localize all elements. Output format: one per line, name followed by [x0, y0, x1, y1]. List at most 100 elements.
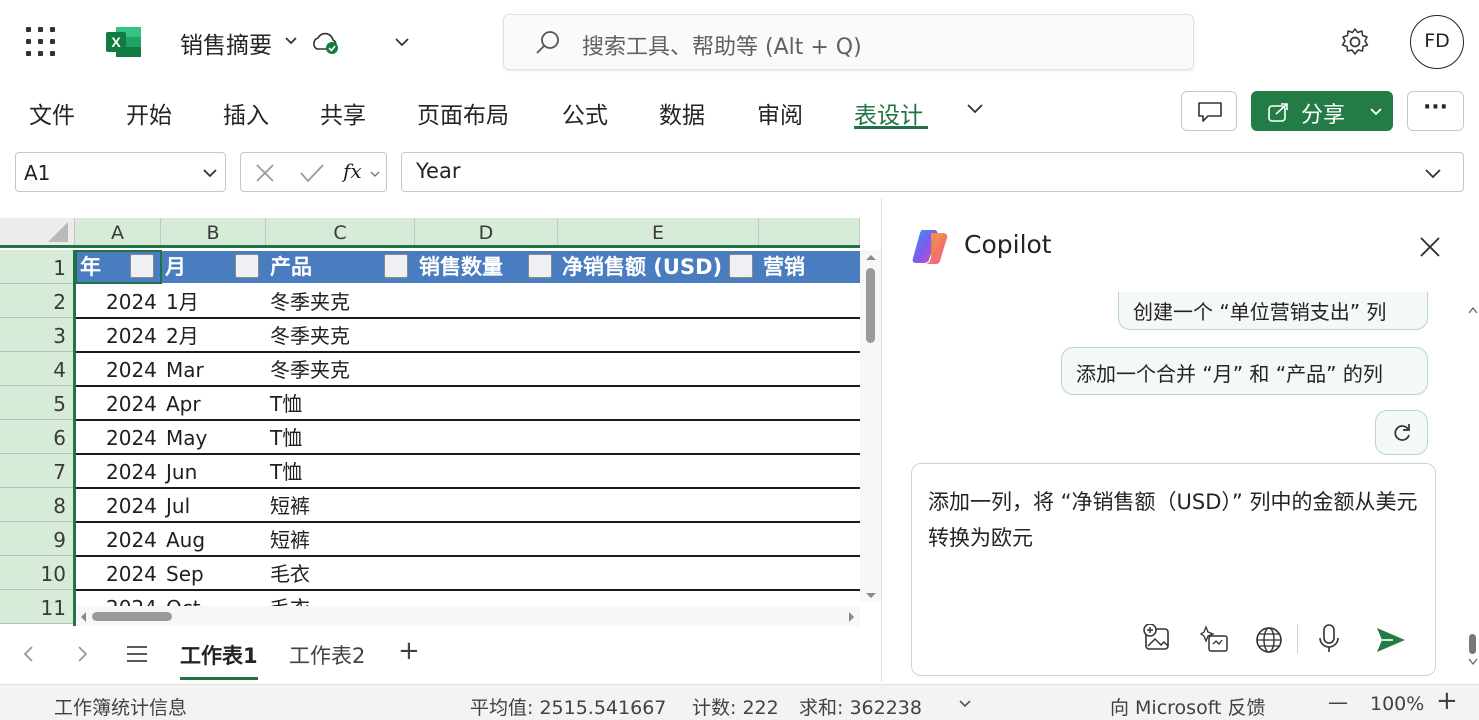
table-cell[interactable]: 冬季夹克: [270, 318, 350, 352]
column-header-a[interactable]: A: [75, 218, 161, 245]
table-cell[interactable]: Aug: [166, 522, 205, 556]
workbook-statistics-link[interactable]: 工作簿统计信息: [54, 693, 187, 720]
table-cell[interactable]: 毛衣: [270, 556, 310, 590]
table-cell[interactable]: 2024: [106, 556, 157, 590]
table-cell[interactable]: 2月: [166, 318, 199, 352]
row-header[interactable]: 4: [0, 352, 73, 386]
search-box[interactable]: 搜索工具、帮助等 (Alt + Q): [503, 14, 1194, 70]
insert-function-button[interactable]: fx: [343, 159, 362, 183]
tab-home[interactable]: 开始: [126, 96, 172, 130]
copilot-scroll-up-icon[interactable]: [1468, 306, 1478, 314]
tab-page-layout[interactable]: 页面布局: [417, 96, 509, 130]
comments-button[interactable]: [1181, 91, 1237, 131]
filter-dropdown-icon[interactable]: [235, 254, 259, 278]
row-header[interactable]: 8: [0, 488, 73, 522]
horizontal-scrollbar[interactable]: [76, 606, 860, 626]
select-all-corner[interactable]: [0, 218, 75, 246]
row-header[interactable]: 2: [0, 284, 73, 318]
scroll-right-icon[interactable]: [848, 611, 856, 623]
name-box[interactable]: A1: [15, 152, 226, 192]
suggestion-chip[interactable]: 创建一个 “单位营销支出” 列: [1118, 292, 1428, 330]
add-image-icon[interactable]: [1143, 624, 1173, 654]
refresh-suggestions-button[interactable]: [1375, 410, 1428, 455]
document-title[interactable]: 销售摘要: [180, 26, 272, 60]
header-cell-net-sales[interactable]: 净销售额 (USD): [558, 251, 759, 283]
filter-dropdown-icon[interactable]: [528, 254, 552, 278]
send-icon[interactable]: [1375, 626, 1407, 654]
column-header-e[interactable]: E: [558, 218, 759, 245]
app-launcher-icon[interactable]: [26, 27, 56, 57]
row-header[interactable]: 3: [0, 318, 73, 352]
column-header-d[interactable]: D: [415, 218, 558, 245]
header-cell-marketing[interactable]: 营销: [759, 251, 860, 283]
horizontal-scroll-thumb[interactable]: [92, 612, 172, 621]
zoom-out-button[interactable]: —: [1328, 690, 1348, 714]
table-cell[interactable]: T恤: [270, 386, 302, 420]
table-cell[interactable]: 2024: [106, 284, 157, 318]
confirm-check-icon[interactable]: [299, 162, 325, 184]
column-header-f[interactable]: [759, 218, 860, 245]
table-cell[interactable]: 短裤: [270, 522, 310, 556]
table-cell[interactable]: Sep: [166, 556, 204, 590]
table-cell[interactable]: T恤: [270, 454, 302, 488]
vertical-scrollbar[interactable]: [860, 250, 882, 602]
row-header[interactable]: 1: [0, 250, 73, 284]
microphone-icon[interactable]: [1317, 623, 1341, 655]
web-globe-icon[interactable]: [1254, 625, 1284, 655]
sheet-tab-1[interactable]: 工作表1: [180, 640, 258, 670]
close-icon[interactable]: [1419, 236, 1441, 258]
tab-share[interactable]: 共享: [320, 96, 366, 130]
feedback-link[interactable]: 向 Microsoft 反馈: [1110, 693, 1266, 720]
table-cell[interactable]: 2024: [106, 352, 157, 386]
copilot-scroll-down-icon[interactable]: [1468, 658, 1478, 666]
column-header-c[interactable]: C: [266, 218, 415, 245]
share-button[interactable]: 分享: [1251, 91, 1393, 131]
copilot-scrollbar[interactable]: [1466, 298, 1479, 674]
row-header[interactable]: 6: [0, 420, 73, 454]
filter-dropdown-icon[interactable]: [729, 254, 753, 278]
next-sheet-icon[interactable]: [77, 645, 89, 663]
column-header-b[interactable]: B: [161, 218, 266, 245]
user-avatar[interactable]: FD: [1410, 15, 1464, 69]
scroll-down-icon[interactable]: [865, 592, 877, 600]
filter-dropdown-icon[interactable]: [384, 254, 408, 278]
spreadsheet-grid[interactable]: A B C D E 1 2 3 4 5 6 7 8 9 10 11 年 月 产品…: [0, 198, 882, 626]
prompt-input[interactable]: 添加一列，将 “净销售额（USD）” 列中的金额从美元转换为欧元: [911, 463, 1436, 676]
header-cell-quantity[interactable]: 销售数量: [415, 251, 558, 283]
tab-file[interactable]: 文件: [29, 96, 75, 130]
table-cell[interactable]: 短裤: [270, 488, 310, 522]
row-header[interactable]: 11: [0, 590, 73, 624]
row-header[interactable]: 7: [0, 454, 73, 488]
table-cell[interactable]: 2024: [106, 454, 157, 488]
table-cell[interactable]: 2024: [106, 522, 157, 556]
copilot-scroll-thumb[interactable]: [1469, 634, 1476, 654]
table-cell[interactable]: T恤: [270, 420, 302, 454]
add-sheet-button[interactable]: +: [398, 636, 420, 666]
quick-access-chevron-icon[interactable]: [394, 37, 410, 47]
title-chevron-down-icon[interactable]: [284, 36, 298, 46]
tab-review[interactable]: 审阅: [757, 96, 803, 130]
prev-sheet-icon[interactable]: [22, 645, 34, 663]
all-sheets-menu-icon[interactable]: [126, 645, 148, 663]
scroll-left-icon[interactable]: [79, 611, 87, 623]
sheet-tab-2[interactable]: 工作表2: [289, 640, 365, 670]
row-header[interactable]: 5: [0, 386, 73, 420]
formula-expand-chevron-icon[interactable]: [1424, 168, 1442, 179]
tab-formulas[interactable]: 公式: [562, 96, 608, 130]
zoom-level[interactable]: 100%: [1370, 693, 1424, 715]
table-cell[interactable]: 1月: [166, 284, 199, 318]
tab-data[interactable]: 数据: [659, 96, 705, 130]
prompt-suggestions-icon[interactable]: [1199, 624, 1231, 654]
tab-insert[interactable]: 插入: [223, 96, 269, 130]
row-header[interactable]: 9: [0, 522, 73, 556]
table-cell[interactable]: Mar: [166, 352, 204, 386]
table-cell[interactable]: May: [166, 420, 207, 454]
table-cell[interactable]: 2024: [106, 318, 157, 352]
row-header[interactable]: 10: [0, 556, 73, 590]
scroll-up-icon[interactable]: [865, 253, 877, 261]
table-cell[interactable]: 2024: [106, 488, 157, 522]
vertical-scroll-thumb[interactable]: [866, 268, 875, 343]
table-cell[interactable]: Jun: [166, 454, 197, 488]
cancel-x-icon[interactable]: [255, 163, 275, 183]
suggestion-chip[interactable]: 添加一个合并 “月” 和 “产品” 的列: [1061, 347, 1428, 395]
